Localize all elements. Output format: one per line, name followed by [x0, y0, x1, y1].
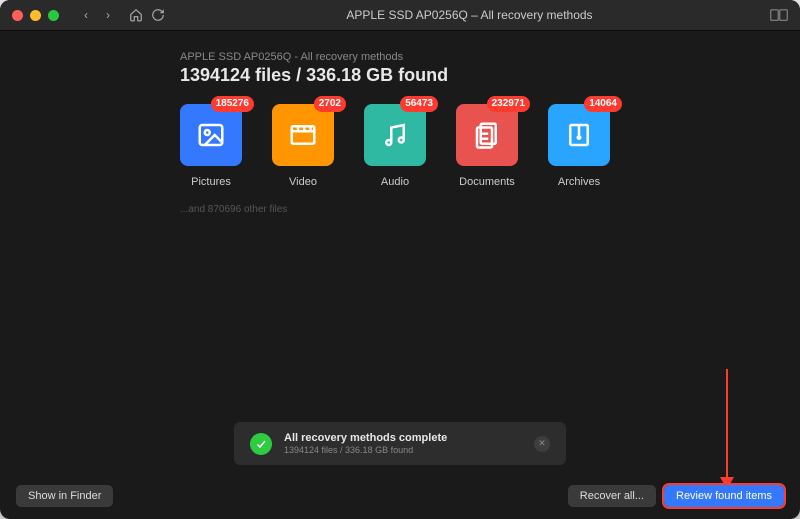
breadcrumb-subtitle: APPLE SSD AP0256Q - All recovery methods: [180, 51, 760, 63]
archive-icon: [548, 104, 610, 166]
picture-icon: [180, 104, 242, 166]
status-panel: All recovery methods complete 1394124 fi…: [234, 422, 566, 465]
review-found-items-button[interactable]: Review found items: [664, 485, 784, 507]
status-title: All recovery methods complete: [284, 432, 522, 444]
home-icon[interactable]: [125, 5, 147, 25]
show-in-finder-button[interactable]: Show in Finder: [16, 485, 113, 507]
category-badge: 14064: [584, 96, 622, 112]
status-text: All recovery methods complete 1394124 fi…: [284, 432, 522, 455]
category-video[interactable]: 2702Video: [272, 104, 334, 188]
category-label: Pictures: [180, 176, 242, 188]
category-cards: 185276Pictures 2702Video 56473Audio 232971D…: [180, 104, 760, 188]
category-badge: 185276: [211, 96, 254, 112]
other-files-text: ...and 870696 other files: [180, 204, 760, 215]
footer: Show in Finder Recover all... Review fou…: [16, 485, 784, 507]
category-badge: 2702: [314, 96, 346, 112]
recover-all-button[interactable]: Recover all...: [568, 485, 656, 507]
category-audio[interactable]: 56473Audio: [364, 104, 426, 188]
document-icon: [456, 104, 518, 166]
category-label: Audio: [364, 176, 426, 188]
category-badge: 232971: [487, 96, 530, 112]
back-button[interactable]: ‹: [75, 5, 97, 25]
video-icon: [272, 104, 334, 166]
window-title: APPLE SSD AP0256Q – All recovery methods: [169, 8, 770, 22]
dismiss-status-button[interactable]: ✕: [534, 436, 550, 452]
status-subtitle: 1394124 files / 336.18 GB found: [284, 445, 522, 455]
app-window: ‹ › APPLE SSD AP0256Q – All recovery met…: [0, 0, 800, 519]
category-documents[interactable]: 232971Documents: [456, 104, 518, 188]
close-window[interactable]: [12, 10, 23, 21]
category-pictures[interactable]: 185276Pictures: [180, 104, 242, 188]
main-content: APPLE SSD AP0256Q - All recovery methods…: [0, 31, 800, 215]
view-mode-icon[interactable]: [770, 9, 788, 21]
maximize-window[interactable]: [48, 10, 59, 21]
forward-button[interactable]: ›: [97, 5, 119, 25]
minimize-window[interactable]: [30, 10, 41, 21]
traffic-lights: [12, 10, 59, 21]
audio-icon: [364, 104, 426, 166]
found-headline: 1394124 files / 336.18 GB found: [180, 65, 760, 86]
annotation-arrow: [726, 369, 728, 479]
category-label: Archives: [548, 176, 610, 188]
category-badge: 56473: [400, 96, 438, 112]
category-label: Video: [272, 176, 334, 188]
rescan-icon[interactable]: [147, 5, 169, 25]
titlebar: ‹ › APPLE SSD AP0256Q – All recovery met…: [0, 0, 800, 31]
category-label: Documents: [456, 176, 518, 188]
category-archives[interactable]: 14064Archives: [548, 104, 610, 188]
success-check-icon: [250, 433, 272, 455]
